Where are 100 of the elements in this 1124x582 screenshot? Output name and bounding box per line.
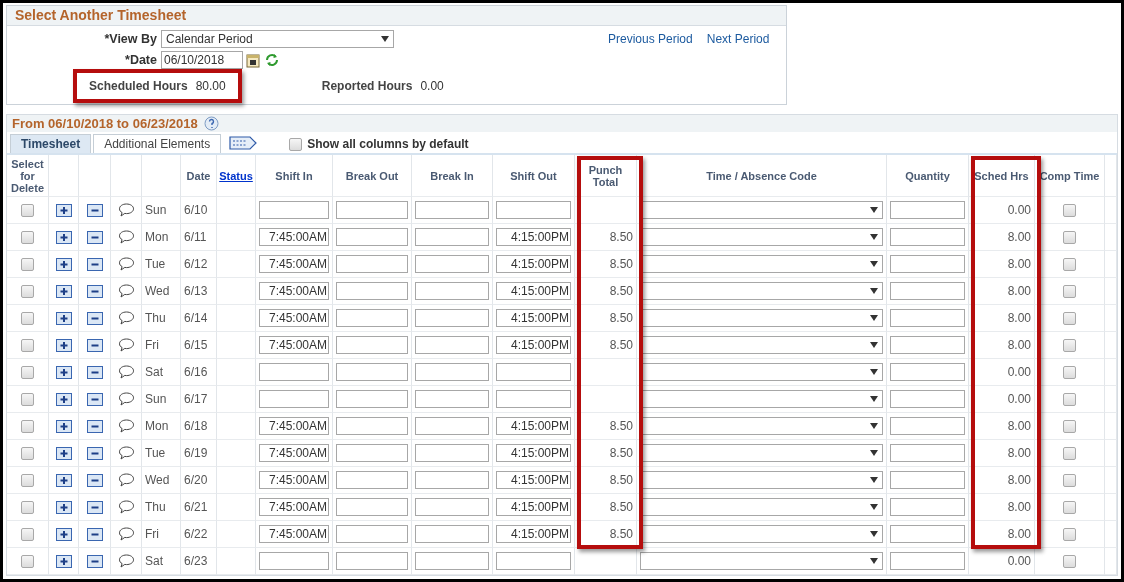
comment-icon[interactable] [117,473,135,487]
break-in-field[interactable] [415,201,489,219]
shift-out-field[interactable]: 4:15:00PM [496,417,571,435]
break-in-field[interactable] [415,363,489,381]
time-code-dropdown[interactable] [640,363,883,381]
time-code-dropdown[interactable] [640,390,883,408]
shift-out-field[interactable] [496,390,571,408]
shift-out-field[interactable] [496,201,571,219]
break-out-field[interactable] [336,471,408,489]
comment-icon[interactable] [117,311,135,325]
time-code-dropdown[interactable] [640,228,883,246]
comp-time-checkbox[interactable] [1063,419,1076,433]
shift-out-field[interactable]: 4:15:00PM [496,498,571,516]
shift-in-field[interactable] [259,363,329,381]
shift-out-field[interactable]: 4:15:00PM [496,309,571,327]
break-out-field[interactable] [336,417,408,435]
break-in-field[interactable] [415,444,489,462]
shift-out-field[interactable] [496,363,571,381]
comp-time-checkbox[interactable] [1063,203,1076,217]
break-out-field[interactable] [336,525,408,543]
quantity-field[interactable] [890,255,965,273]
comment-icon[interactable] [117,203,135,217]
shift-in-field[interactable]: 7:45:00AM [259,525,329,543]
break-out-field[interactable] [336,309,408,327]
break-in-field[interactable] [415,525,489,543]
comment-icon[interactable] [117,257,135,271]
delete-row-icon[interactable] [86,284,103,298]
shift-in-field[interactable]: 7:45:00AM [259,417,329,435]
quantity-field[interactable] [890,417,965,435]
delete-row-icon[interactable] [86,338,103,352]
tab[interactable]: Additional Elements [93,134,222,153]
comp-time-checkbox[interactable] [1063,311,1076,325]
quantity-field[interactable] [890,363,965,381]
quantity-field[interactable] [890,552,965,570]
break-in-field[interactable] [415,282,489,300]
break-out-field[interactable] [336,498,408,516]
break-out-field[interactable] [336,282,408,300]
time-code-dropdown[interactable] [640,255,883,273]
select-checkbox[interactable] [21,527,34,541]
shift-in-field[interactable]: 7:45:00AM [259,309,329,327]
add-row-icon[interactable] [55,365,72,379]
quantity-field[interactable] [890,471,965,489]
break-in-field[interactable] [415,417,489,435]
delete-row-icon[interactable] [86,527,103,541]
comment-icon[interactable] [117,500,135,514]
quantity-field[interactable] [890,336,965,354]
shift-in-field[interactable] [259,552,329,570]
break-in-field[interactable] [415,309,489,327]
shift-out-field[interactable]: 4:15:00PM [496,255,571,273]
comment-icon[interactable] [117,365,135,379]
time-code-dropdown[interactable] [640,336,883,354]
break-out-field[interactable] [336,228,408,246]
quantity-field[interactable] [890,201,965,219]
time-code-dropdown[interactable] [640,417,883,435]
shift-in-field[interactable]: 7:45:00AM [259,498,329,516]
time-code-dropdown[interactable] [640,282,883,300]
calendar-icon[interactable] [246,52,260,68]
comp-time-checkbox[interactable] [1063,554,1076,568]
delete-row-icon[interactable] [86,554,103,568]
add-row-icon[interactable] [55,203,72,217]
comp-time-checkbox[interactable] [1063,473,1076,487]
add-row-icon[interactable] [55,554,72,568]
break-out-field[interactable] [336,552,408,570]
comp-time-checkbox[interactable] [1063,527,1076,541]
comment-icon[interactable] [117,554,135,568]
delete-row-icon[interactable] [86,230,103,244]
quantity-field[interactable] [890,282,965,300]
add-row-icon[interactable] [55,473,72,487]
break-out-field[interactable] [336,363,408,381]
break-in-field[interactable] [415,228,489,246]
comp-time-checkbox[interactable] [1063,446,1076,460]
shift-in-field[interactable]: 7:45:00AM [259,471,329,489]
comment-icon[interactable] [117,527,135,541]
select-checkbox[interactable] [21,230,34,244]
comp-time-checkbox[interactable] [1063,230,1076,244]
time-code-dropdown[interactable] [640,552,883,570]
select-checkbox[interactable] [21,419,34,433]
shift-in-field[interactable]: 7:45:00AM [259,444,329,462]
shift-in-field[interactable] [259,390,329,408]
add-row-icon[interactable] [55,284,72,298]
date-field[interactable]: 06/10/2018 [161,51,243,70]
delete-row-icon[interactable] [86,203,103,217]
shift-out-field[interactable]: 4:15:00PM [496,228,571,246]
select-checkbox[interactable] [21,284,34,298]
comp-time-checkbox[interactable] [1063,338,1076,352]
grid-view-icon[interactable] [229,136,258,150]
delete-row-icon[interactable] [86,392,103,406]
add-row-icon[interactable] [55,392,72,406]
break-in-field[interactable] [415,336,489,354]
view-by-dropdown[interactable]: Calendar Period [161,29,394,48]
quantity-field[interactable] [890,390,965,408]
comment-icon[interactable] [117,392,135,406]
add-row-icon[interactable] [55,527,72,541]
time-code-dropdown[interactable] [640,525,883,543]
tab[interactable]: Timesheet [10,134,92,153]
delete-row-icon[interactable] [86,365,103,379]
select-checkbox[interactable] [21,554,34,568]
select-checkbox[interactable] [21,338,34,352]
select-checkbox[interactable] [21,365,34,379]
shift-out-field[interactable] [496,552,571,570]
